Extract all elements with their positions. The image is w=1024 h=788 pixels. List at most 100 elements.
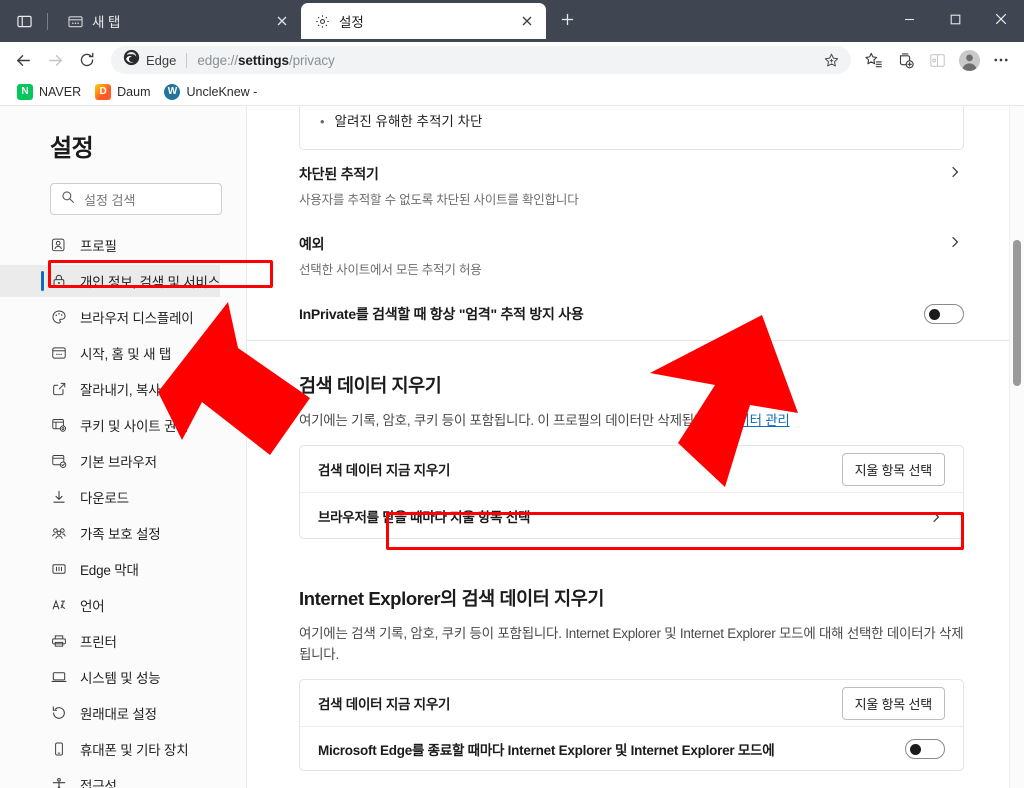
sidebar-item-profile[interactable]: 프로필: [0, 229, 246, 261]
sidebar-item-system-performance[interactable]: 시스템 및 성능: [0, 661, 246, 693]
new-tab-button[interactable]: [552, 5, 582, 35]
sidebar-item-label: 쿠키 및 사이트 권한: [80, 419, 189, 434]
chevron-right-icon: [946, 234, 964, 248]
sidebar-item-startup-home-newtab[interactable]: 시작, 홈 및 새 탭: [0, 337, 246, 369]
close-button[interactable]: [978, 0, 1024, 38]
address-bar[interactable]: Edge edge://settings/privacy: [111, 46, 851, 74]
sidebar-item-label: 브라우저 디스플레이: [80, 311, 194, 326]
page-scrollbar[interactable]: [1009, 106, 1024, 788]
inprivate-strict-toggle[interactable]: [924, 304, 964, 324]
reload-icon[interactable]: [71, 44, 103, 76]
back-arrow-icon[interactable]: [7, 44, 39, 76]
settings-content: • 사이트의 일부가 작동하지 않을 수 있습니다 • 알려진 유해한 추적기 …: [246, 106, 1024, 788]
bullet-text: 알려진 유해한 추적기 차단: [334, 114, 483, 129]
collections-icon[interactable]: [889, 44, 921, 76]
split-screen-icon[interactable]: [921, 44, 953, 76]
tracking-prevention-card: • 사이트의 일부가 작동하지 않을 수 있습니다 • 알려진 유해한 추적기 …: [298, 106, 964, 150]
clear-on-close-row[interactable]: 브라우저를 닫을 때마다 지울 항목 선택: [299, 492, 963, 538]
wordpress-icon: W: [164, 83, 181, 100]
tab-search-icon[interactable]: [9, 6, 39, 36]
tab-close-icon[interactable]: [516, 10, 538, 32]
sidebar-item-accessibility[interactable]: 접근성: [0, 769, 246, 788]
sidebar-item-label: 기본 브라우저: [80, 455, 157, 470]
sidebar-item-languages[interactable]: 언어: [0, 589, 246, 621]
sidebar-item-label: 접근성: [80, 779, 117, 788]
sidebar-item-label: 프린터: [80, 635, 117, 650]
maximize-button[interactable]: [932, 0, 978, 38]
toggle-knob: [929, 309, 940, 320]
settings-sidebar: 설정 설정 검색 프로필 개인 정보, 검색 및 서비스 브라우저 디스플레이 …: [0, 106, 247, 788]
bookmark-label: NAVER: [39, 84, 82, 99]
forward-arrow-icon[interactable]: [39, 44, 71, 76]
tab-settings[interactable]: 설정: [301, 3, 546, 39]
sidebar-item-phone-other-devices[interactable]: 휴대폰 및 기타 장치: [0, 733, 246, 765]
manage-data-link[interactable]: 데이터 관리: [725, 413, 790, 428]
more-options-icon[interactable]: [985, 44, 1017, 76]
tab-new-tab[interactable]: 새 탭: [56, 4, 301, 38]
bookmark-label: Daum: [117, 84, 151, 99]
inprivate-strict-row: InPrivate를 검색할 때 항상 "엄격" 추적 방지 사용: [299, 290, 964, 340]
family-icon: [50, 524, 68, 542]
bookmark-label: UncleKnew -: [186, 84, 258, 99]
choose-what-to-clear-button[interactable]: 지울 항목 선택: [841, 452, 945, 486]
scrollbar-thumb[interactable]: [1013, 240, 1021, 386]
ie-clear-now-label: 검색 데이터 지금 지우기: [317, 697, 451, 712]
url-prefix: edge://: [197, 52, 238, 68]
clear-now-row: 검색 데이터 지금 지우기 지울 항목 선택: [300, 446, 963, 492]
search-icon: [61, 190, 75, 209]
ie-choose-what-to-clear-button[interactable]: 지울 항목 선택: [841, 686, 945, 720]
sidebar-item-cut-copy-paste[interactable]: 잘라내기, 복사 및 붙여넣기: [0, 373, 246, 405]
chevron-right-icon: [946, 164, 964, 178]
blocked-trackers-title: 차단된 추적기: [298, 166, 379, 182]
bookmark-uncleknew[interactable]: W UncleKnew -: [157, 81, 264, 103]
edge-logo-icon: [123, 49, 140, 71]
edge-brand-label: Edge: [146, 52, 177, 68]
sidebar-item-label: 가족 보호 설정: [80, 527, 161, 542]
sidebar-item-label: 프로필: [80, 239, 117, 254]
lock-icon: [50, 272, 68, 290]
sidebar-item-downloads[interactable]: 다운로드: [0, 481, 246, 513]
tab-close-icon[interactable]: [271, 10, 293, 32]
bookmark-naver[interactable]: N NAVER: [10, 81, 88, 103]
sidebar-item-label: 휴대폰 및 기타 장치: [80, 743, 189, 758]
edge-brand: Edge: [123, 49, 176, 71]
accessibility-icon: [50, 776, 68, 788]
browser-toolbar: Edge edge://settings/privacy: [0, 42, 1024, 78]
sidebar-item-default-browser[interactable]: 기본 브라우저: [0, 445, 246, 477]
ie-clear-on-exit-toggle[interactable]: [905, 738, 945, 759]
search-input[interactable]: 설정 검색: [50, 183, 222, 215]
sidebar-item-family-safety[interactable]: 가족 보호 설정: [0, 517, 246, 549]
favorites-icon[interactable]: [857, 44, 889, 76]
description-text: 여기에는 기록, 암호, 쿠키 등이 포함됩니다. 이 프로필의 데이터만 삭제…: [298, 413, 726, 428]
sidebar-item-reset-settings[interactable]: 원래대로 설정: [0, 697, 246, 729]
exceptions-row[interactable]: 예외 선택한 사이트에서 모든 추적기 허용: [299, 220, 964, 290]
sidebar-item-edge-bar[interactable]: Edge 막대: [0, 553, 246, 585]
sidebar-item-label: 언어: [80, 599, 105, 614]
inprivate-strict-label: InPrivate를 검색할 때 항상 "엄격" 추적 방지 사용: [298, 306, 584, 322]
bookmark-daum[interactable]: D Daum: [88, 81, 157, 103]
blocked-trackers-text: 차단된 추적기 사용자를 추적할 수 없도록 차단된 사이트를 확인합니다: [299, 164, 946, 208]
sidebar-item-label: 시작, 홈 및 새 탭: [80, 347, 172, 362]
tab-strip-divider: [47, 12, 48, 30]
settings-search-wrap: 설정 검색: [50, 183, 222, 215]
ie-clear-on-exit-row: Microsoft Edge를 종료할 때마다 Internet Explore…: [299, 726, 963, 770]
clear-now-label: 검색 데이터 지금 지우기: [317, 463, 451, 478]
blocked-trackers-subtitle: 사용자를 추적할 수 없도록 차단된 사이트를 확인합니다: [298, 193, 579, 207]
blocked-trackers-row[interactable]: 차단된 추적기 사용자를 추적할 수 없도록 차단된 사이트를 확인합니다: [299, 150, 964, 220]
sidebar-item-privacy-search-services[interactable]: 개인 정보, 검색 및 서비스: [0, 265, 220, 297]
profile-avatar-icon[interactable]: [953, 44, 985, 76]
search-placeholder: 설정 검색: [84, 192, 136, 208]
browser-window: 새 탭 설정 Edge edge://settings/privacy N NA…: [0, 0, 1024, 788]
star-add-icon[interactable]: [819, 48, 843, 72]
sidebar-item-label: 잘라내기, 복사 및 붙여넣기: [80, 383, 229, 398]
minimize-button[interactable]: [886, 0, 932, 38]
sidebar-item-label: Edge 막대: [80, 563, 139, 578]
sidebar-item-cookies-site-permissions[interactable]: 쿠키 및 사이트 권한: [0, 409, 246, 441]
sidebar-item-browser-display[interactable]: 브라우저 디스플레이: [0, 301, 246, 333]
sidebar-item-printers[interactable]: 프린터: [0, 625, 246, 657]
ie-clear-now-row: 검색 데이터 지금 지우기 지울 항목 선택: [300, 680, 963, 726]
profile-icon: [50, 236, 68, 254]
new-tab-icon: [66, 12, 84, 30]
page-title: 설정: [50, 135, 94, 162]
ie-clear-browsing-data-section: Internet Explorer의 검색 데이터 지우기 여기에는 검색 기록…: [298, 585, 964, 771]
